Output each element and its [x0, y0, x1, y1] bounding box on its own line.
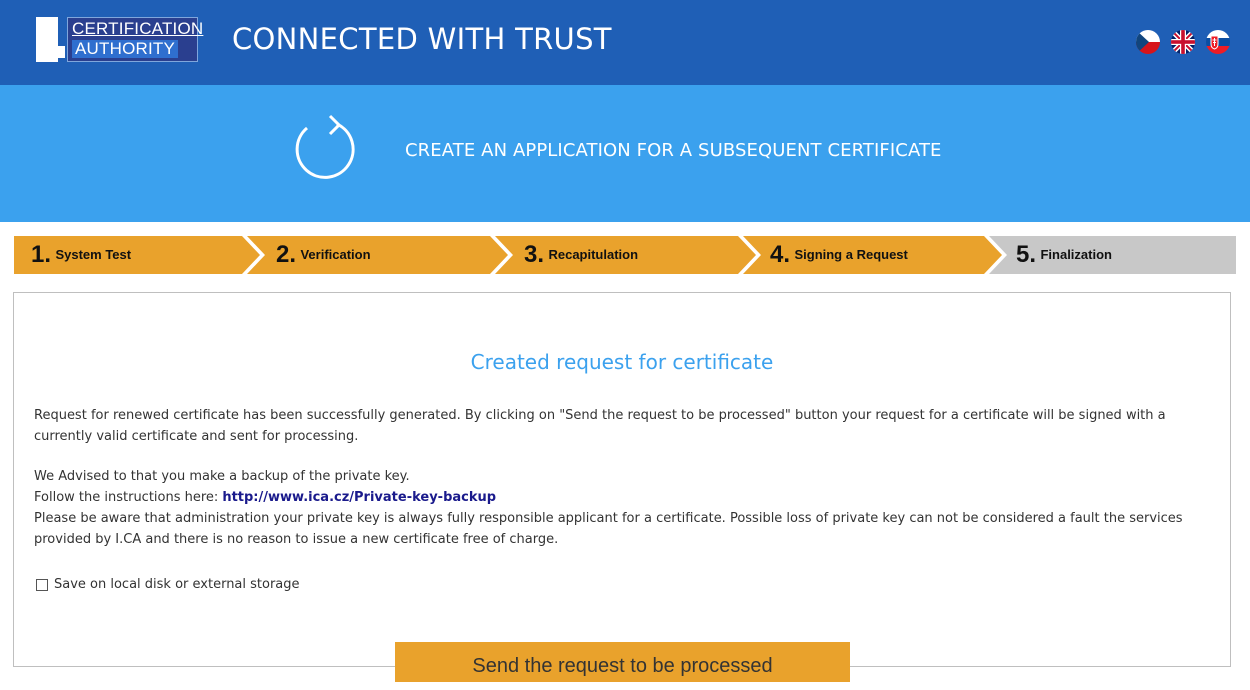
- progress-steps: 1. System Test 2. Verification 3. Recapi…: [14, 236, 1236, 274]
- refresh-icon: [285, 108, 365, 192]
- language-switcher: [1136, 30, 1230, 54]
- step-4-label: Signing a Request: [794, 247, 908, 262]
- step-3-label: Recapitulation: [548, 247, 639, 262]
- private-key-backup-link[interactable]: http://www.ica.cz/Private-key-backup: [222, 490, 496, 505]
- page-banner: CREATE AN APPLICATION FOR A SUBSEQUENT C…: [0, 85, 1250, 222]
- backup-instructions-prefix: Follow the instructions here:: [34, 490, 219, 505]
- backup-instructions: Follow the instructions here: http://www.…: [34, 487, 1219, 508]
- save-local-option: Save on local disk or external storage: [36, 577, 300, 592]
- top-header: CERTIFICATION AUTHORITY CONNECTED WITH T…: [0, 0, 1250, 85]
- save-local-checkbox[interactable]: [36, 578, 48, 591]
- step-4-number: 4.: [770, 241, 791, 268]
- step-2-label: Verification: [300, 247, 371, 262]
- slovak-flag-icon[interactable]: [1206, 30, 1230, 54]
- logo-line-1: CERTIFICATION: [72, 19, 204, 38]
- uk-flag-icon[interactable]: [1171, 30, 1195, 54]
- success-message: Request for renewed certificate has been…: [34, 408, 1166, 444]
- step-2-number: 2.: [276, 241, 297, 268]
- backup-advice: We Advised to that you make a backup of …: [34, 469, 410, 484]
- logo-dot: [58, 46, 65, 58]
- logo-line-2: AUTHORITY: [72, 40, 179, 58]
- czech-flag-icon[interactable]: [1136, 30, 1160, 54]
- step-3-number: 3.: [524, 241, 545, 268]
- content-title: Created request for certificate: [470, 350, 774, 374]
- step-2: 2. Verification: [276, 236, 371, 274]
- step-3: 3. Recapitulation: [524, 236, 638, 274]
- header-tagline: CONNECTED WITH TRUST: [232, 22, 612, 56]
- logo-text-box: CERTIFICATION AUTHORITY: [67, 17, 203, 62]
- send-request-button[interactable]: Send the request to be processed: [395, 642, 850, 682]
- logo-letter-i: [36, 17, 58, 62]
- responsibility-notice: Please be aware that administration your…: [34, 511, 1183, 547]
- save-local-label[interactable]: Save on local disk or external storage: [54, 577, 300, 592]
- content-panel: Created request for certificate Request …: [13, 292, 1231, 667]
- step-1-label: System Test: [55, 247, 132, 262]
- step-1: 1. System Test: [31, 236, 131, 274]
- step-5: 5. Finalization: [1016, 236, 1112, 274]
- step-1-number: 1.: [31, 241, 52, 268]
- step-5-label: Finalization: [1040, 247, 1112, 262]
- ica-logo[interactable]: CERTIFICATION AUTHORITY: [36, 17, 203, 62]
- banner-title: CREATE AN APPLICATION FOR A SUBSEQUENT C…: [405, 140, 942, 161]
- step-4: 4. Signing a Request: [770, 236, 908, 274]
- step-5-number: 5.: [1016, 241, 1037, 268]
